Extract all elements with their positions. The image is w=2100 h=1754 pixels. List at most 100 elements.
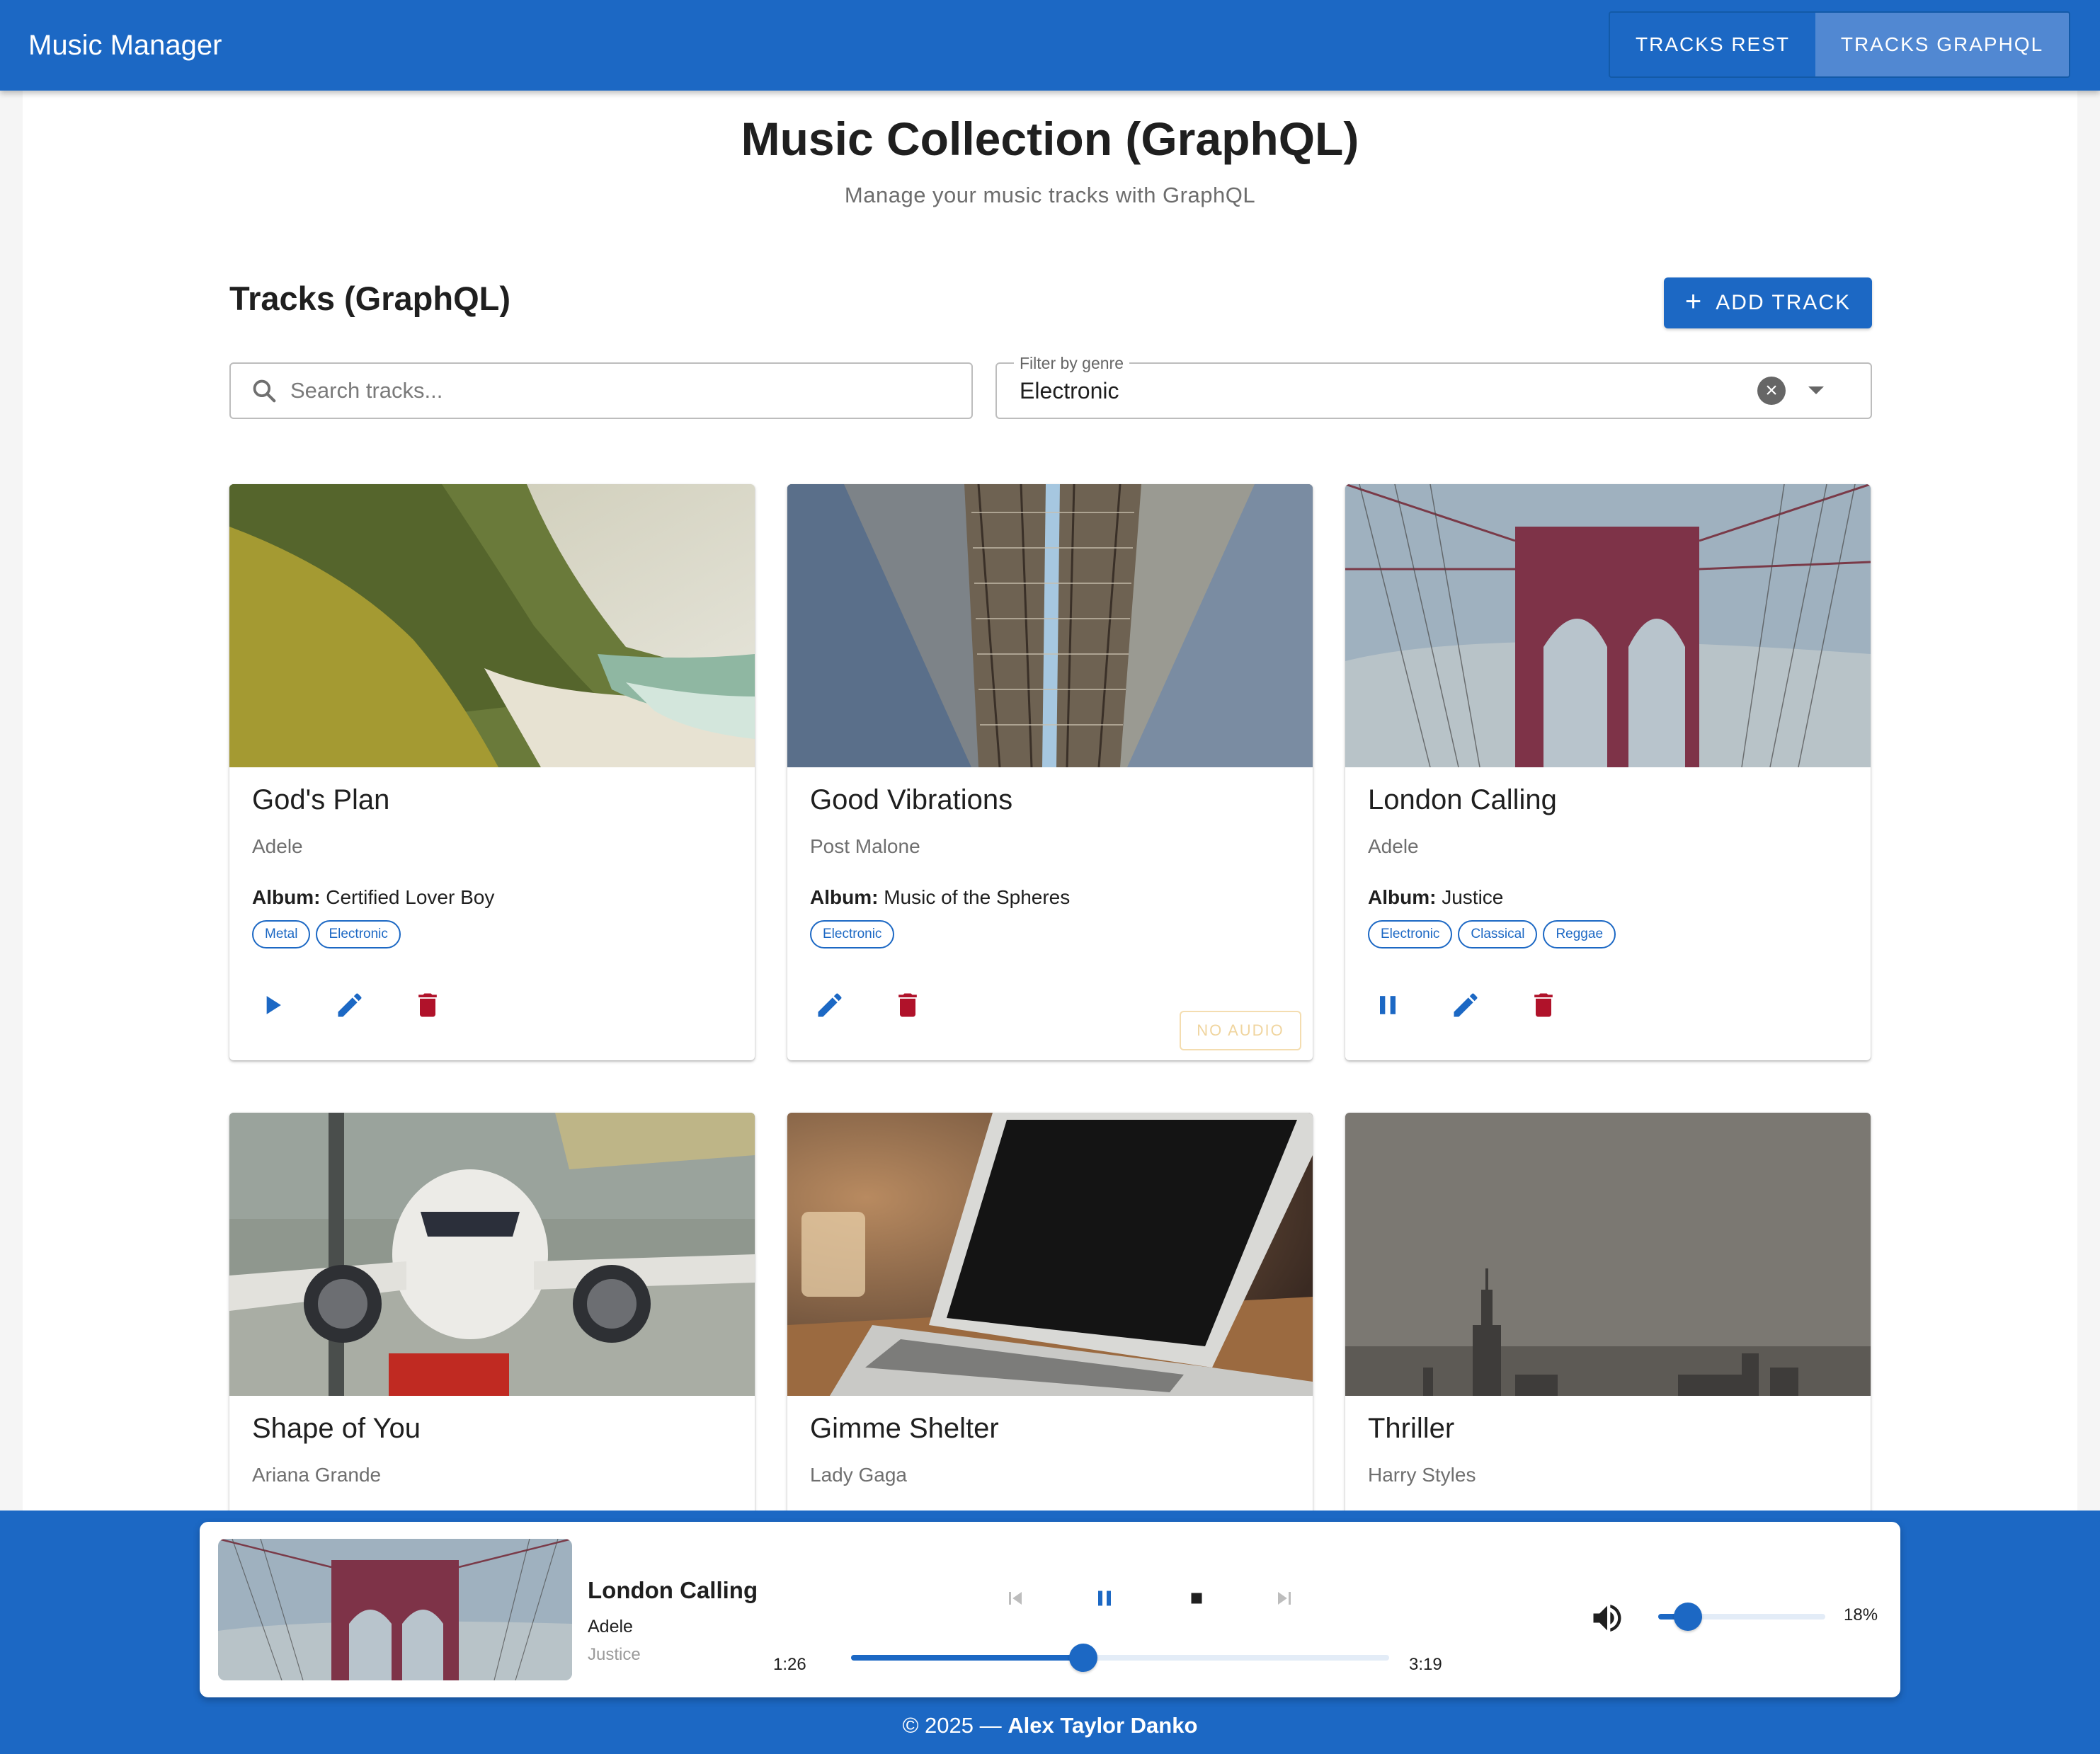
- genre-chips: Electronic: [810, 920, 895, 948]
- player-track-title: London Calling: [588, 1577, 758, 1603]
- track-title: London Calling: [1368, 784, 1557, 815]
- search-icon: [253, 379, 276, 403]
- search-input[interactable]: [290, 378, 928, 403]
- trash-icon: [898, 993, 917, 1017]
- pause-icon: [1380, 996, 1396, 1014]
- progress-thumb[interactable]: [1069, 1644, 1098, 1672]
- album-name: Music of the Spheres: [884, 886, 1071, 908]
- genre-filter-select[interactable]: Filter by genre Electronic ×: [995, 354, 1872, 419]
- track-title: Thriller: [1368, 1413, 1455, 1444]
- elapsed-time: 1:26: [773, 1655, 806, 1674]
- edit-pencil-icon: [1454, 993, 1478, 1017]
- delete-button[interactable]: [405, 982, 450, 1028]
- app-bar: Music Manager TRACKS REST TRACKS GRAPHQL: [0, 0, 2100, 91]
- track-artist: Adele: [252, 835, 303, 857]
- track-artist: Post Malone: [810, 835, 920, 857]
- nav-tracks-graphql-button[interactable]: TRACKS GRAPHQL: [1815, 13, 2069, 76]
- progress-slider[interactable]: [851, 1644, 1389, 1672]
- track-title: God's Plan: [252, 784, 390, 815]
- stop-button[interactable]: [1177, 1578, 1216, 1618]
- track-card: Gimme Shelter Lady Gaga: [787, 1113, 1313, 1511]
- nav-tracks-rest-button[interactable]: TRACKS REST: [1610, 13, 1815, 76]
- audio-player: London Calling Adele Justice 1:26 3:19 1…: [200, 1522, 1900, 1697]
- track-artist: Harry Styles: [1368, 1464, 1476, 1486]
- track-cover-image: [229, 1113, 755, 1396]
- player-track-artist: Adele: [588, 1617, 633, 1637]
- dropdown-arrow-icon[interactable]: [1808, 386, 1824, 394]
- footer: London Calling Adele Justice 1:26 3:19 1…: [0, 1511, 2100, 1754]
- edit-button[interactable]: [327, 982, 372, 1028]
- edit-button[interactable]: [1443, 982, 1488, 1028]
- track-card: Shape of You Ariana Grande: [229, 1113, 755, 1511]
- player-cover-image: [218, 1539, 572, 1680]
- main-content: Music Collection (GraphQL) Manage your m…: [23, 91, 2077, 1511]
- total-duration: 3:19: [1409, 1655, 1442, 1674]
- genre-filter-value: Electronic: [1020, 378, 1119, 403]
- genre-chip: Classical: [1458, 920, 1538, 948]
- genre-chip: Electronic: [1368, 920, 1453, 948]
- track-album: Album: Certified Lover Boy: [252, 886, 494, 909]
- copyright-prefix: © 2025 —: [902, 1713, 1008, 1738]
- skip-previous-icon: [1009, 1592, 1022, 1605]
- genre-chip: Metal: [252, 920, 311, 948]
- volume-slider[interactable]: [1658, 1603, 1825, 1631]
- progress-fill: [851, 1655, 1084, 1661]
- player-pause-button[interactable]: [1085, 1578, 1124, 1618]
- volume-percent: 18%: [1844, 1605, 1878, 1624]
- skip-next-icon: [1278, 1592, 1291, 1605]
- genre-chips: Electronic Classical Reggae: [1368, 920, 1616, 948]
- play-icon: [266, 996, 281, 1014]
- track-artist: Lady Gaga: [810, 1464, 907, 1486]
- track-album: Album: Music of the Spheres: [810, 886, 1070, 909]
- track-card: God's Plan Adele Album: Certified Lover …: [229, 484, 755, 1060]
- track-card: London Calling Adele Album: Justice Elec…: [1345, 484, 1871, 1060]
- edit-pencil-icon: [818, 993, 842, 1017]
- trash-icon: [418, 993, 437, 1017]
- card-actions: [1365, 982, 1566, 1028]
- track-artist: Adele: [1368, 835, 1419, 857]
- track-title: Good Vibrations: [810, 784, 1013, 815]
- delete-button[interactable]: [885, 982, 930, 1028]
- album-label: Album:: [810, 886, 879, 908]
- copyright-author: Alex Taylor Danko: [1008, 1713, 1198, 1738]
- track-card: Thriller Harry Styles: [1345, 1113, 1871, 1511]
- genre-chip: Electronic: [810, 920, 895, 948]
- track-artist: Ariana Grande: [252, 1464, 382, 1486]
- skip-next-button[interactable]: [1265, 1578, 1304, 1618]
- album-name: Justice: [1442, 886, 1504, 908]
- track-cover-image: [787, 1113, 1313, 1396]
- track-cover-image: [229, 484, 755, 767]
- track-title: Shape of You: [252, 1413, 421, 1444]
- track-album: Album: Justice: [1368, 886, 1503, 909]
- volume-thumb[interactable]: [1674, 1603, 1703, 1631]
- skip-previous-button[interactable]: [995, 1578, 1035, 1618]
- album-label: Album:: [1368, 886, 1437, 908]
- pause-icon: [1098, 1590, 1111, 1606]
- album-label: Album:: [252, 886, 321, 908]
- page-title: Music Collection (GraphQL): [741, 113, 1359, 165]
- genre-chip: Reggae: [1543, 920, 1616, 948]
- nav-group: TRACKS REST TRACKS GRAPHQL: [1609, 11, 2070, 78]
- edit-pencil-icon: [338, 993, 362, 1017]
- add-track-button[interactable]: + ADD TRACK: [1664, 277, 1872, 328]
- app-title: Music Manager: [28, 30, 222, 61]
- play-button[interactable]: [249, 982, 295, 1028]
- clear-filter-icon[interactable]: ×: [1757, 377, 1786, 405]
- copyright: © 2025 — Alex Taylor Danko: [0, 1713, 2100, 1738]
- genre-chip: Electronic: [316, 920, 401, 948]
- delete-button[interactable]: [1521, 982, 1566, 1028]
- page-subtitle: Manage your music tracks with GraphQL: [844, 183, 1256, 207]
- edit-button[interactable]: [807, 982, 852, 1028]
- player-track-album: Justice: [588, 1645, 641, 1664]
- volume-icon[interactable]: [1589, 1600, 1626, 1637]
- card-actions: [249, 982, 450, 1028]
- track-cover-image: [1345, 484, 1871, 767]
- album-name: Certified Lover Boy: [326, 886, 495, 908]
- track-cover-image: [1345, 1113, 1871, 1396]
- pause-button[interactable]: [1365, 982, 1410, 1028]
- no-audio-badge: NO AUDIO: [1180, 1011, 1301, 1050]
- track-card: Good Vibrations Post Malone Album: Music…: [787, 484, 1313, 1060]
- stop-icon: [1191, 1593, 1202, 1604]
- search-field[interactable]: [229, 362, 973, 419]
- card-actions: [807, 982, 930, 1028]
